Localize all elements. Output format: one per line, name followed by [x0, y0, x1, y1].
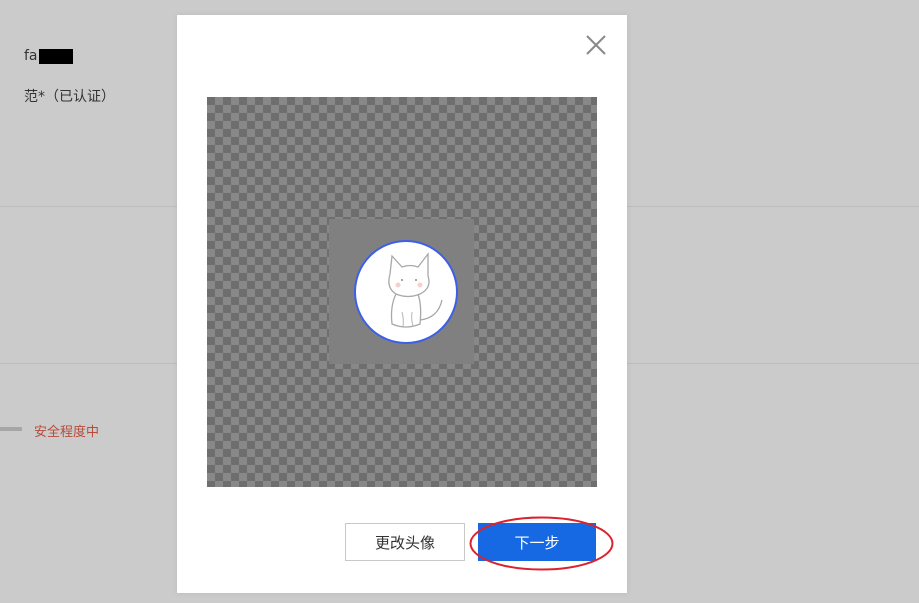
avatar-crop-dialog: 更改头像 下一步 [177, 15, 627, 593]
change-avatar-button[interactable]: 更改头像 [345, 523, 465, 561]
close-icon[interactable] [584, 33, 608, 57]
crop-canvas[interactable] [207, 97, 597, 487]
security-level-text: 安全程度中 [34, 425, 100, 440]
next-step-button[interactable]: 下一步 [478, 523, 596, 561]
username-text: fa [24, 48, 38, 64]
redaction-bar [38, 48, 73, 64]
avatar-preview [354, 240, 458, 344]
username-row: fa [24, 48, 73, 64]
realname-status: 范*（已认证） [24, 89, 115, 105]
crop-selection-box[interactable] [329, 219, 474, 364]
cat-sketch-icon [388, 252, 443, 328]
security-level-bar [0, 427, 22, 431]
